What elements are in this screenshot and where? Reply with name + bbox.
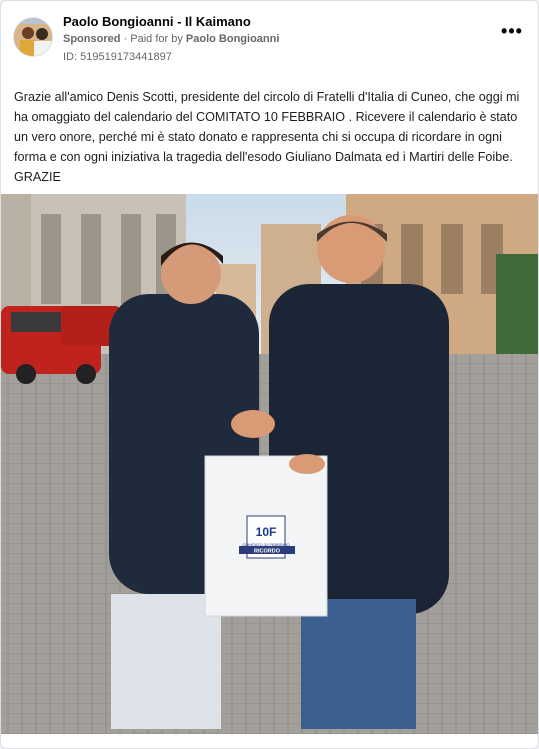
- payer-name[interactable]: Paolo Bongioanni: [186, 33, 280, 45]
- sponsored-post-card: Paolo Bongioanni - Il Kaimano Sponsored …: [0, 0, 539, 749]
- post-body-text: Grazie all'amico Denis Scotti, president…: [14, 90, 520, 184]
- calendar-logo: 10F: [256, 525, 277, 539]
- sponsorship-line: Sponsored · Paid for by Paolo Bongioanni: [63, 30, 279, 48]
- author-name[interactable]: Paolo Bongioanni - Il Kaimano: [63, 13, 279, 30]
- calendar: 10F COMITATO 10 FEBBRAIO RICORDO: [204, 455, 328, 617]
- meta-separator: ·: [123, 33, 128, 45]
- more-options-icon[interactable]: •••: [498, 22, 526, 45]
- photo-illustration: 10F COMITATO 10 FEBBRAIO RICORDO: [1, 194, 538, 734]
- paid-for-by-label: Paid for by: [130, 33, 183, 45]
- author-info: Paolo Bongioanni - Il Kaimano Sponsored …: [63, 13, 279, 66]
- sponsored-label[interactable]: Sponsored: [63, 33, 120, 45]
- post-photo[interactable]: 10F COMITATO 10 FEBBRAIO RICORDO: [1, 194, 538, 734]
- calendar-banner: RICORDO: [254, 549, 281, 555]
- ad-id: ID: 519519173441897: [63, 51, 172, 63]
- author-avatar[interactable]: [13, 17, 53, 57]
- post-header: Paolo Bongioanni - Il Kaimano Sponsored …: [13, 11, 526, 71]
